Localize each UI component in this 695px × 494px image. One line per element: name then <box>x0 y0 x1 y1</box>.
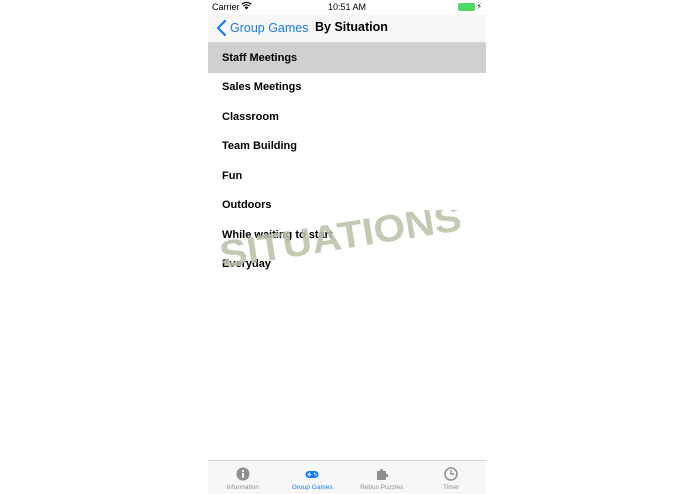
list-item-fun[interactable]: Fun <box>208 161 486 191</box>
back-button-label: Group Games <box>230 21 309 35</box>
battery-icon: ⚡ <box>458 3 482 11</box>
app-screen: Carrier 10:51 AM ⚡ Group Games By Situat… <box>208 0 486 494</box>
back-button[interactable]: Group Games <box>214 19 309 37</box>
tab-bar: Information Group Games Rebus Puzzles Ti… <box>208 460 486 494</box>
tab-timer[interactable]: Timer <box>417 461 487 494</box>
tab-information[interactable]: Information <box>208 461 278 494</box>
list-item-label: Fun <box>222 169 243 182</box>
watermark-text: SITUATIONS <box>220 210 464 277</box>
list-item-label: Sales Meetings <box>222 81 302 94</box>
tab-label: Timer <box>443 484 460 491</box>
info-icon <box>236 467 250 481</box>
list-item-classroom[interactable]: Classroom <box>208 102 486 132</box>
page-title: By Situation <box>315 20 388 34</box>
tab-group-games[interactable]: Group Games <box>278 461 348 494</box>
tab-rebus-puzzles[interactable]: Rebus Puzzles <box>347 461 417 494</box>
clock-time: 10:51 AM <box>327 2 367 12</box>
tab-label: Information <box>226 484 260 491</box>
tab-label: Rebus Puzzles <box>360 484 404 491</box>
navigation-bar: Group Games By Situation <box>208 14 486 43</box>
chevron-left-icon <box>216 19 227 37</box>
situations-watermark: SITUATIONS <box>220 210 464 277</box>
list-item-label: Classroom <box>222 110 279 123</box>
status-bar: Carrier 10:51 AM ⚡ <box>208 0 486 14</box>
list-item-sales-meetings[interactable]: Sales Meetings <box>208 73 486 103</box>
puzzle-icon <box>376 468 388 480</box>
tab-label: Group Games <box>291 484 333 491</box>
list-item-label: Staff Meetings <box>222 51 298 64</box>
clock-icon <box>444 467 458 481</box>
gamepad-icon <box>305 471 319 478</box>
list-item-staff-meetings[interactable]: Staff Meetings <box>208 43 486 73</box>
list-item-team-building[interactable]: Team Building <box>208 132 486 162</box>
list-item-label: Team Building <box>222 140 297 153</box>
